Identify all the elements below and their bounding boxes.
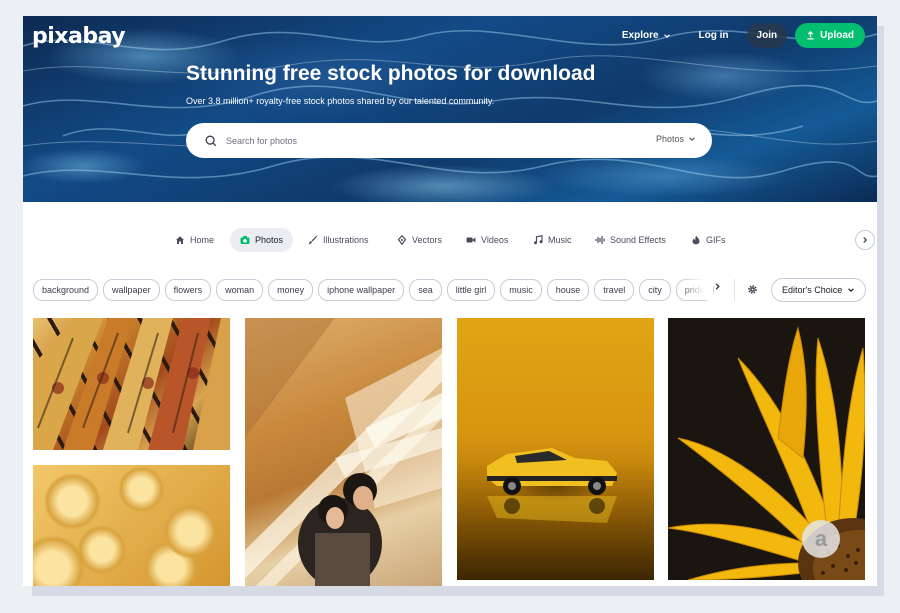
tab-photos[interactable]: Photos bbox=[230, 228, 294, 252]
chevron-right-icon bbox=[715, 283, 720, 290]
explore-menu[interactable]: Explore bbox=[612, 24, 681, 47]
tag-fade-mask bbox=[683, 278, 713, 300]
gear-icon[interactable] bbox=[747, 284, 758, 295]
waveform-icon bbox=[595, 236, 605, 244]
video-camera-icon bbox=[466, 237, 476, 243]
tab-vectors[interactable]: Vectors bbox=[387, 228, 452, 252]
tab-home[interactable]: Home bbox=[165, 228, 224, 252]
toy-car-illustration bbox=[487, 448, 617, 523]
tag-chip[interactable]: music bbox=[500, 279, 542, 301]
photo-couple[interactable] bbox=[245, 318, 442, 586]
home-icon bbox=[176, 236, 184, 244]
explore-label: Explore bbox=[621, 30, 659, 41]
tab-photos-label: Photos bbox=[255, 235, 284, 245]
camera-icon bbox=[240, 236, 250, 244]
category-next-button[interactable] bbox=[855, 230, 875, 250]
tag-chip[interactable]: city bbox=[639, 279, 671, 301]
tab-home-label: Home bbox=[190, 235, 215, 245]
photo-pasta[interactable] bbox=[33, 465, 230, 586]
search-icon bbox=[205, 135, 217, 146]
login-link[interactable]: Log in bbox=[689, 24, 739, 47]
tag-chip[interactable]: woman bbox=[216, 279, 264, 301]
gif-flame-icon bbox=[692, 235, 700, 245]
tag-chip[interactable]: travel bbox=[594, 279, 635, 301]
tag-chip[interactable]: money bbox=[268, 279, 314, 301]
search-type-label: Photos bbox=[655, 134, 684, 144]
sort-label: Editor's Choice bbox=[782, 285, 843, 295]
pen-nib-icon bbox=[397, 235, 407, 245]
upload-label: Upload bbox=[820, 30, 854, 41]
tab-sound-effects-label: Sound Effects bbox=[610, 235, 666, 245]
tag-chip[interactable]: sea bbox=[409, 279, 442, 301]
category-nav: Home Photos Illustrations Vectors Videos… bbox=[23, 228, 877, 252]
chevron-down-icon bbox=[663, 33, 670, 38]
join-button[interactable]: Join bbox=[746, 23, 788, 48]
search-input[interactable] bbox=[224, 134, 628, 147]
browser-window: pixabay Explore Log in Join Upload Stunn… bbox=[23, 16, 877, 586]
photo-books[interactable] bbox=[33, 318, 230, 450]
tab-videos[interactable]: Videos bbox=[456, 228, 518, 252]
divider bbox=[734, 279, 735, 301]
tab-gifs[interactable]: GIFs bbox=[681, 228, 736, 252]
hero-subtitle: Over 3.8 million+ royalty-free stock pho… bbox=[186, 96, 495, 106]
tag-chip[interactable]: little girl bbox=[446, 279, 496, 301]
upload-icon bbox=[807, 31, 814, 40]
tab-videos-label: Videos bbox=[481, 235, 509, 245]
tag-chip[interactable]: background bbox=[33, 279, 99, 301]
music-note-icon bbox=[534, 235, 543, 245]
hero-title: Stunning free stock photos for download bbox=[186, 62, 596, 85]
chevron-down-icon bbox=[689, 137, 695, 142]
search-type-dropdown[interactable]: Photos bbox=[656, 134, 696, 144]
chevron-right-icon bbox=[863, 237, 868, 243]
watermark-logo-icon: a bbox=[802, 520, 840, 558]
tab-music[interactable]: Music bbox=[523, 228, 582, 252]
upload-button[interactable]: Upload bbox=[795, 23, 865, 48]
top-nav: Explore Log in Join Upload bbox=[612, 23, 865, 48]
tab-illustrations[interactable]: Illustrations bbox=[298, 228, 379, 252]
pixabay-logo[interactable]: pixabay bbox=[32, 24, 126, 49]
tab-gifs-label: GIFs bbox=[706, 235, 726, 245]
tags-next-button[interactable] bbox=[713, 282, 722, 294]
photo-toy-car[interactable] bbox=[457, 318, 654, 580]
tag-chip[interactable]: flowers bbox=[164, 279, 212, 301]
tab-vectors-label: Vectors bbox=[412, 235, 443, 245]
tab-illustrations-label: Illustrations bbox=[323, 235, 369, 245]
search-bar: Photos bbox=[186, 123, 712, 158]
chevron-down-icon bbox=[848, 288, 855, 293]
couple-illustration bbox=[245, 318, 442, 586]
tag-chip[interactable]: house bbox=[546, 279, 590, 301]
tab-sound-effects[interactable]: Sound Effects bbox=[585, 228, 676, 252]
brush-icon bbox=[308, 235, 318, 245]
tag-list: background wallpaper flowers woman money… bbox=[33, 279, 714, 301]
tab-music-label: Music bbox=[548, 235, 572, 245]
hero-banner: pixabay Explore Log in Join Upload Stunn… bbox=[23, 16, 877, 202]
tag-chip[interactable]: wallpaper bbox=[103, 279, 160, 301]
tag-chip[interactable]: iphone wallpaper bbox=[318, 279, 405, 301]
books-illustration bbox=[33, 318, 230, 450]
sort-dropdown[interactable]: Editor's Choice bbox=[771, 278, 867, 302]
